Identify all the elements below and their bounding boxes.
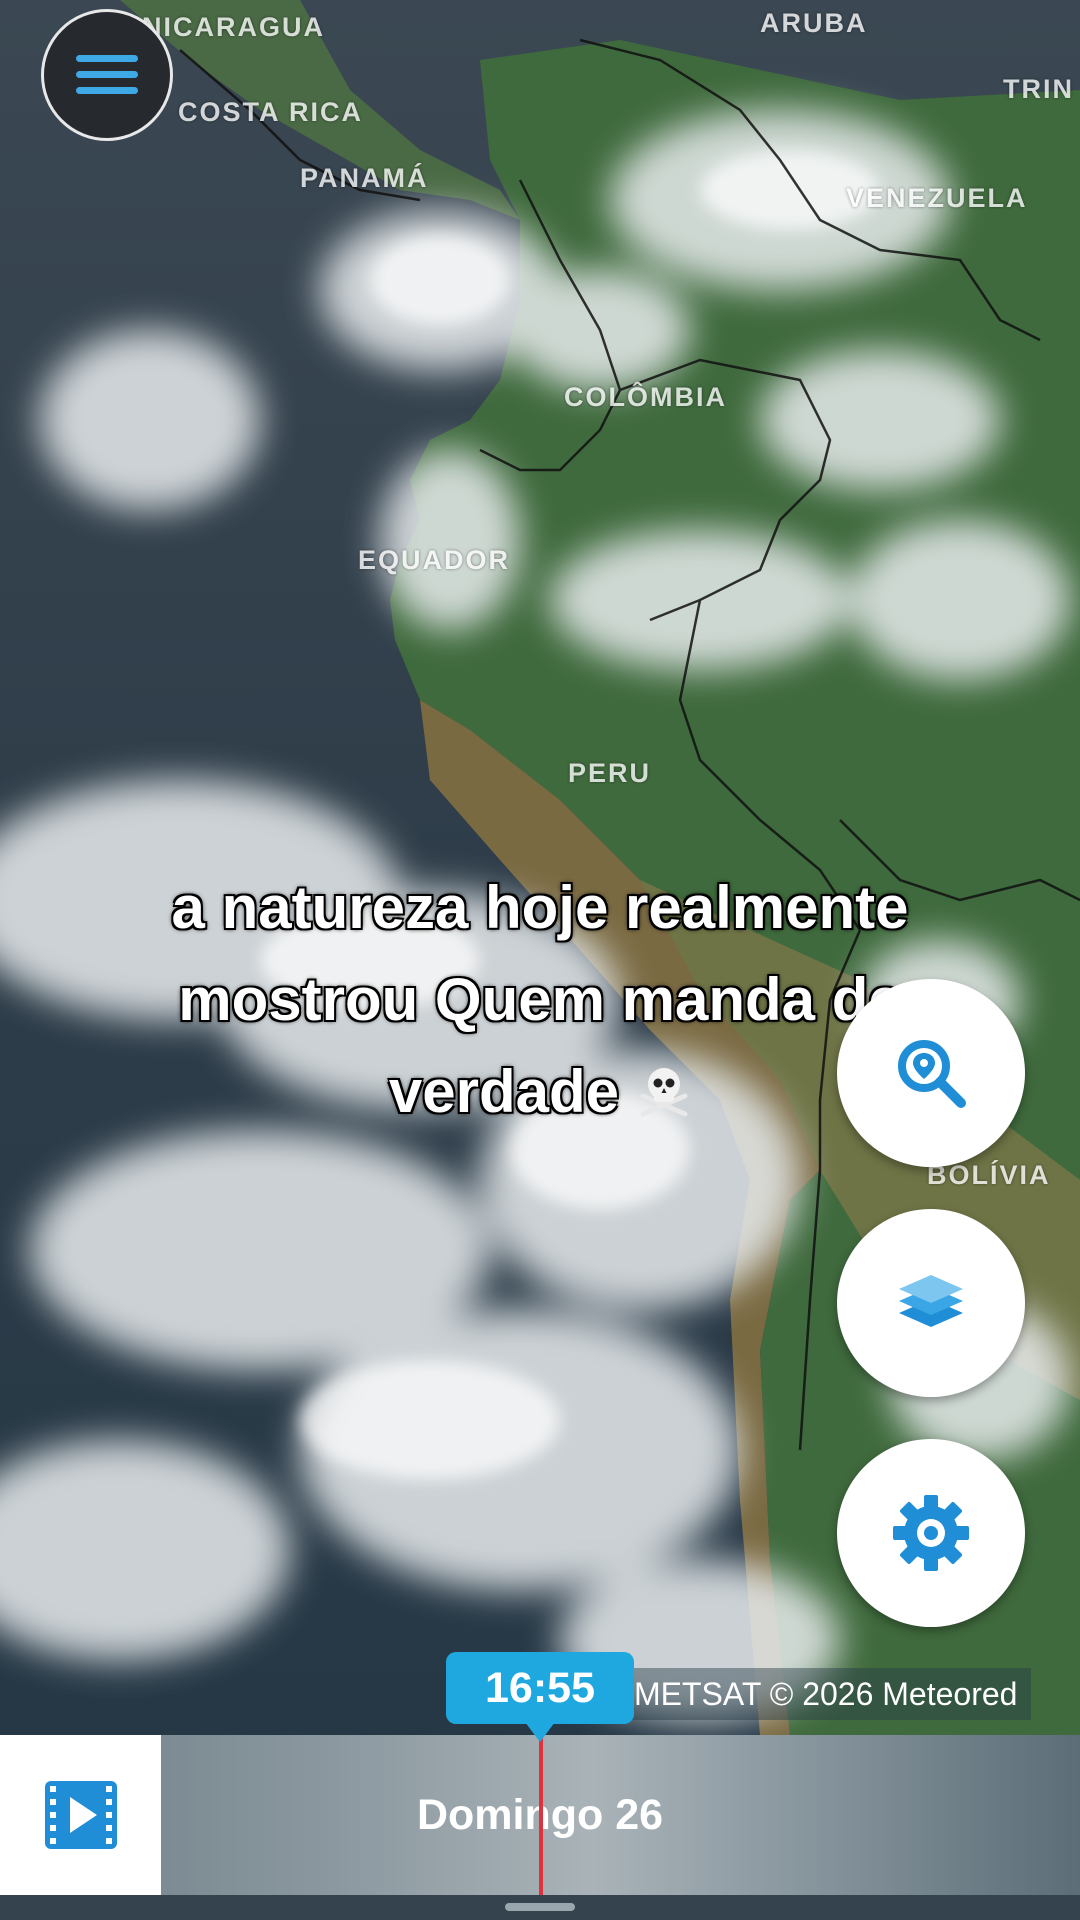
- gear-icon: [893, 1495, 969, 1571]
- country-label-panama: PANAMÁ: [300, 163, 429, 193]
- search-location-button[interactable]: [837, 979, 1025, 1167]
- country-label-colombia: COLÔMBIA: [564, 382, 727, 412]
- country-label-venezuela: VENEZUELA: [846, 183, 1028, 213]
- country-label-peru: PERU: [568, 758, 652, 788]
- layers-icon: [899, 1275, 963, 1327]
- current-time-bubble[interactable]: 16:55: [446, 1652, 634, 1724]
- country-label-equador: EQUADOR: [358, 545, 511, 575]
- layers-button[interactable]: [837, 1209, 1025, 1397]
- caption-line-1: a natureza hoje realmente: [171, 874, 909, 941]
- play-animation-button[interactable]: [0, 1735, 161, 1895]
- time-bubble-pointer: [525, 1722, 555, 1742]
- settings-button[interactable]: [837, 1439, 1025, 1627]
- menu-button[interactable]: [41, 9, 173, 141]
- map-credit: METSAT © 2026 Meteored: [620, 1668, 1032, 1720]
- search-location-icon: [898, 1040, 966, 1108]
- country-label-nicaragua: NICARAGUA: [142, 12, 325, 42]
- hamburger-menu-icon: [76, 55, 138, 94]
- skull-crossbones-icon: [640, 1068, 688, 1117]
- country-label-costa-rica: COSTA RICA: [178, 97, 363, 127]
- country-label-trinidad: TRIN: [1003, 74, 1074, 104]
- current-time-marker[interactable]: [539, 1735, 543, 1920]
- drag-handle[interactable]: [505, 1903, 575, 1911]
- country-label-aruba: ARUBA: [760, 8, 868, 38]
- video-play-icon: [44, 1781, 117, 1849]
